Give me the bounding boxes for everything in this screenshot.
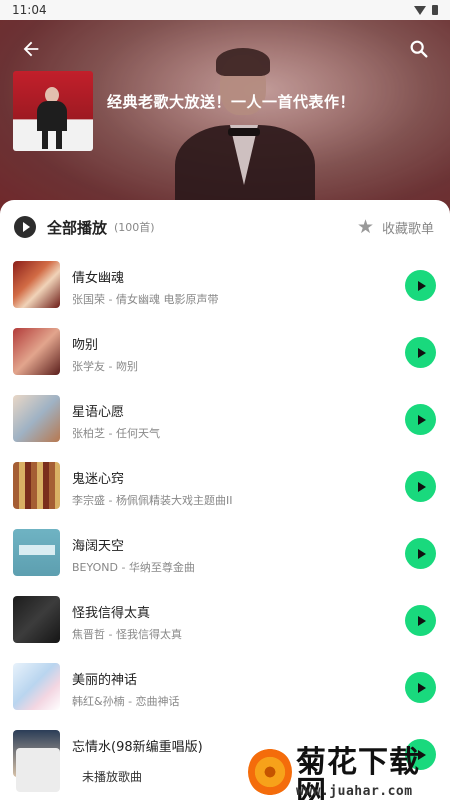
- mini-player-cover[interactable]: [16, 748, 60, 792]
- play-all-row: 全部播放 (100首) ★ 收藏歌单: [14, 212, 434, 242]
- play-icon: [418, 682, 426, 693]
- song-title: 星语心愿: [72, 405, 125, 420]
- song-title: 海阔天空: [72, 539, 125, 554]
- song-title: 吻别: [72, 338, 99, 353]
- song-list: 倩女幽魂 张国荣 - 倩女幽魂 电影原声带 吻别 张学友 - 吻别 星语心愿 张…: [0, 253, 450, 789]
- song-subtitle: 张学友 - 吻别: [72, 360, 138, 373]
- playlist-title: 经典老歌大放送！一人一首代表作！: [107, 93, 356, 111]
- song-play-button[interactable]: [405, 605, 436, 636]
- play-icon: [418, 615, 426, 626]
- star-icon: ★: [356, 215, 374, 238]
- song-row[interactable]: 鬼迷心窍 李宗盛 - 杨佩佩精装大戏主题曲II: [0, 454, 450, 521]
- song-sheet: 全部播放 (100首) ★ 收藏歌单 倩女幽魂 张国荣 - 倩女幽魂 电影原声带…: [0, 200, 450, 800]
- play-all-button[interactable]: [14, 216, 36, 238]
- collect-label: 收藏歌单: [381, 221, 434, 237]
- play-icon: [418, 548, 426, 559]
- song-subtitle: 焦晋哲 - 怪我信得太真: [72, 628, 182, 641]
- song-subtitle: 张柏芝 - 任何天气: [72, 427, 160, 440]
- song-row[interactable]: 美丽的神话 韩红&孙楠 - 恋曲神话: [0, 655, 450, 722]
- watermark-url: www.juahar.com: [296, 784, 413, 799]
- album-thumbnail: [13, 328, 60, 375]
- song-title: 倩女幽魂: [72, 271, 125, 286]
- song-title: 美丽的神话: [72, 673, 138, 688]
- play-all-label[interactable]: 全部播放: [47, 217, 107, 238]
- mini-player-label: 未播放歌曲: [82, 770, 143, 784]
- song-title: 忘情水(98新编重唱版): [72, 740, 203, 755]
- search-icon: [410, 40, 428, 58]
- play-icon: [418, 347, 426, 358]
- play-icon: [418, 481, 426, 492]
- status-icons: [414, 5, 438, 15]
- song-row[interactable]: 怪我信得太真 焦晋哲 - 怪我信得太真: [0, 588, 450, 655]
- collect-playlist-button[interactable]: ★ 收藏歌单: [356, 215, 434, 238]
- status-time: 11:04: [12, 3, 47, 17]
- back-button[interactable]: [20, 38, 42, 60]
- song-title: 怪我信得太真: [72, 606, 151, 621]
- search-button[interactable]: [408, 38, 430, 60]
- song-row[interactable]: 倩女幽魂 张国荣 - 倩女幽魂 电影原声带: [0, 253, 450, 320]
- watermark: 菊花下载网 www.juahar.com: [244, 744, 450, 800]
- song-play-button[interactable]: [405, 672, 436, 703]
- album-thumbnail: [13, 596, 60, 643]
- song-row[interactable]: 海阔天空 BEYOND - 华纳至尊金曲: [0, 521, 450, 588]
- album-thumbnail: [13, 261, 60, 308]
- song-play-button[interactable]: [405, 538, 436, 569]
- flower-logo-icon: [248, 748, 292, 796]
- song-row[interactable]: 星语心愿 张柏芝 - 任何天气: [0, 387, 450, 454]
- album-thumbnail: [13, 663, 60, 710]
- album-thumbnail: [13, 529, 60, 576]
- play-icon: [418, 280, 426, 291]
- play-icon: [22, 222, 30, 232]
- song-subtitle: 张国荣 - 倩女幽魂 电影原声带: [72, 293, 219, 306]
- album-thumbnail: [13, 395, 60, 442]
- status-bar: 11:04: [0, 0, 450, 20]
- arrow-left-icon: [23, 41, 39, 57]
- play-icon: [418, 414, 426, 425]
- song-play-button[interactable]: [405, 471, 436, 502]
- song-subtitle: 韩红&孙楠 - 恋曲神话: [72, 695, 180, 708]
- song-play-button[interactable]: [405, 337, 436, 368]
- song-subtitle: 李宗盛 - 杨佩佩精装大戏主题曲II: [72, 494, 233, 507]
- song-subtitle: BEYOND - 华纳至尊金曲: [72, 561, 195, 574]
- song-play-button[interactable]: [405, 270, 436, 301]
- battery-icon: [432, 5, 438, 15]
- wifi-icon: [414, 5, 426, 15]
- song-title: 鬼迷心窍: [72, 472, 125, 487]
- album-thumbnail: [13, 462, 60, 509]
- song-row[interactable]: 吻别 张学友 - 吻别: [0, 320, 450, 387]
- song-count: (100首): [114, 221, 155, 234]
- song-play-button[interactable]: [405, 404, 436, 435]
- playlist-cover: [13, 71, 93, 151]
